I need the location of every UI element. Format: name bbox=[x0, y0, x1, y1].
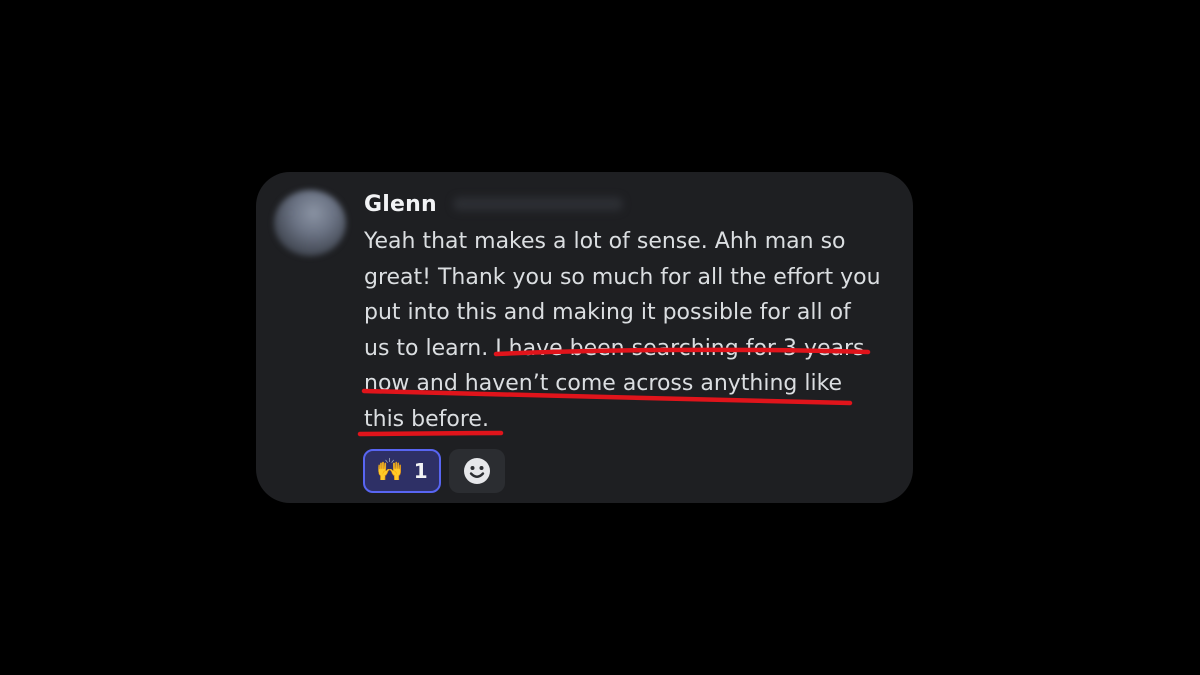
user-avatar[interactable] bbox=[274, 190, 346, 256]
reaction-count: 1 bbox=[413, 459, 428, 483]
message-line: us to learn. I have been searching for 3… bbox=[364, 335, 865, 361]
reactions-bar: 🙌 1 bbox=[363, 449, 505, 493]
message-line: put into this and making it possible for… bbox=[364, 300, 851, 326]
raising-hands-icon: 🙌 bbox=[376, 458, 404, 483]
blurred-timestamp bbox=[452, 197, 623, 211]
add-reaction-button[interactable] bbox=[449, 449, 505, 493]
smiley-face-icon bbox=[464, 458, 490, 484]
message-header: Glenn bbox=[364, 188, 623, 220]
message-line: now and haven’t come across anything lik… bbox=[364, 371, 843, 397]
message-line: great! Thank you so much for all the eff… bbox=[364, 264, 881, 290]
message-text: Yeah that makes a lot of sense. Ahh man … bbox=[364, 224, 904, 438]
message-card: Glenn Yeah that makes a lot of sense. Ah… bbox=[256, 172, 913, 503]
message-line: Yeah that makes a lot of sense. Ahh man … bbox=[364, 229, 846, 254]
reaction-raising-hands[interactable]: 🙌 1 bbox=[363, 449, 441, 493]
author-name[interactable]: Glenn bbox=[364, 192, 437, 217]
message-line: this before. bbox=[364, 406, 489, 432]
